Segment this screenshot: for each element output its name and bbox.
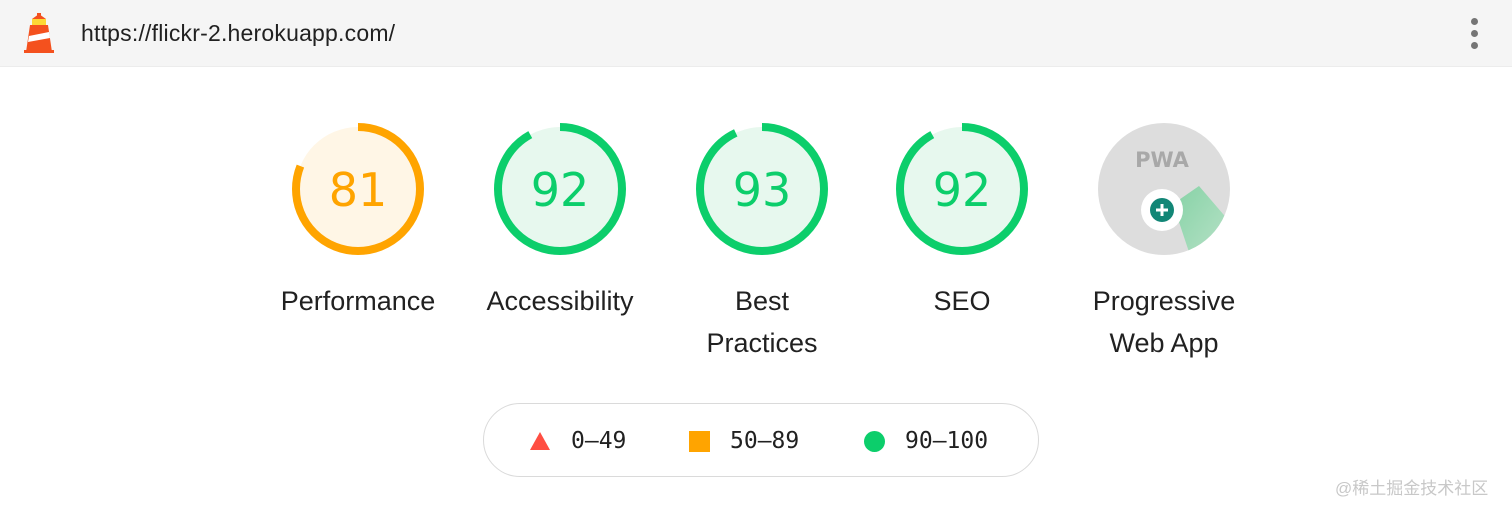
gauge-score: 81	[329, 163, 388, 217]
gauge-performance[interactable]: 81 Performance	[258, 120, 458, 322]
pwa-badge-icon: PWA	[1098, 123, 1230, 255]
legend-range: 50–89	[730, 428, 800, 454]
more-vert-icon[interactable]	[1460, 13, 1488, 53]
browser-toolbar: https://flickr-2.herokuapp.com/	[0, 0, 1512, 67]
gauge-label: Best Practices	[706, 286, 818, 358]
gauge-pwa[interactable]: PWA Progressive Web App	[1064, 120, 1264, 364]
legend-range: 90–100	[905, 428, 989, 454]
gauge-label: SEO	[933, 286, 991, 316]
square-icon	[689, 430, 710, 452]
pwa-badge-text: PWA	[1135, 148, 1190, 172]
lighthouse-icon	[24, 13, 54, 53]
gauge-label: Accessibility	[486, 286, 634, 316]
address-url[interactable]: https://flickr-2.herokuapp.com/	[81, 19, 395, 47]
gauge-label: Performance	[280, 286, 436, 316]
gauge-seo[interactable]: 92 SEO	[862, 120, 1062, 322]
legend-item-pass: 90–100	[864, 404, 988, 478]
legend-item-fail: 0–49	[529, 404, 626, 478]
gauge-best-practices-ring: 93	[696, 123, 828, 255]
gauge-score: 92	[531, 163, 590, 217]
gauge-best-practices[interactable]: 93 Best Practices	[662, 120, 862, 364]
gauge-accessibility[interactable]: 92 Accessibility	[460, 120, 660, 322]
gauge-score: 92	[933, 163, 992, 217]
gauge-accessibility-ring: 92	[494, 123, 626, 255]
gauge-label: Progressive Web App	[1092, 286, 1236, 358]
legend-item-average: 50–89	[689, 404, 799, 478]
score-legend: 0–49 50–89 90–100	[483, 403, 1039, 477]
gauge-score: 93	[733, 163, 792, 217]
gauge-seo-ring: 92	[896, 123, 1028, 255]
triangle-icon	[530, 432, 550, 450]
gauge-performance-ring: 81	[292, 123, 424, 255]
watermark: @稀土掘金技术社区	[1335, 479, 1489, 498]
circle-icon	[864, 430, 885, 452]
legend-range: 0–49	[571, 428, 627, 454]
